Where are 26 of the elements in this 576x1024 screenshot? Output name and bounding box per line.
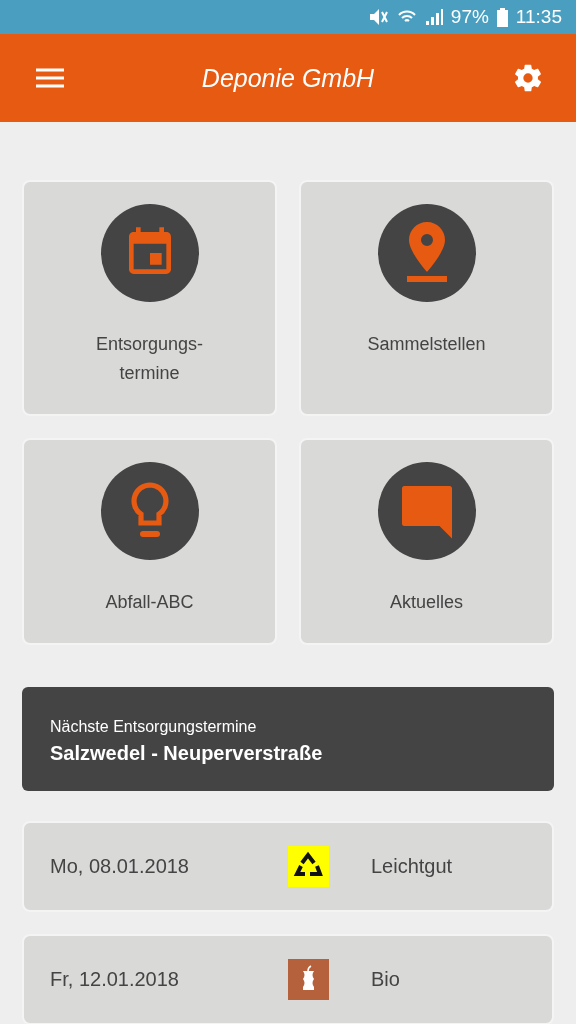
menu-tile[interactable]: Abfall-ABC — [22, 438, 277, 645]
settings-button[interactable] — [512, 62, 544, 94]
tile-label: Aktuelles — [389, 591, 463, 614]
mute-icon — [368, 8, 389, 26]
menu-tile[interactable]: Aktuelles — [299, 438, 554, 645]
tile-label: Sammelstellen — [367, 333, 486, 356]
battery-icon — [496, 7, 508, 27]
tile-label: Abfall-ABC — [105, 591, 194, 614]
menu-tile[interactable]: Entsorgungs- termine — [22, 180, 277, 416]
date-text: Fr, 12.01.2018 — [50, 968, 180, 991]
menu-tile[interactable]: Sammelstellen — [299, 180, 554, 416]
date-row[interactable]: Fr, 12.01.2018 Bio — [22, 934, 554, 1024]
banner-subtitle: Nächste Entsorgungstermine — [50, 718, 258, 736]
waste-type: Bio — [370, 968, 401, 991]
app-title: Deponie GmbH — [200, 63, 376, 93]
settings-icon — [512, 62, 544, 94]
date-row[interactable]: Mo, 08.01.2018 Leichtgut — [22, 821, 554, 912]
menu-icon — [36, 68, 64, 88]
date-text: Mo, 08.01.2018 — [50, 855, 190, 878]
tile-label: Entsorgungs- termine — [95, 333, 204, 385]
signal-icon — [424, 8, 443, 26]
banner-location: Salzwedel - Neuperverstraße — [50, 742, 324, 765]
menu-button[interactable] — [36, 68, 64, 88]
waste-type: Leichtgut — [370, 855, 454, 878]
clock: 11:35 — [515, 6, 562, 28]
battery-percent: 97% — [450, 6, 489, 28]
